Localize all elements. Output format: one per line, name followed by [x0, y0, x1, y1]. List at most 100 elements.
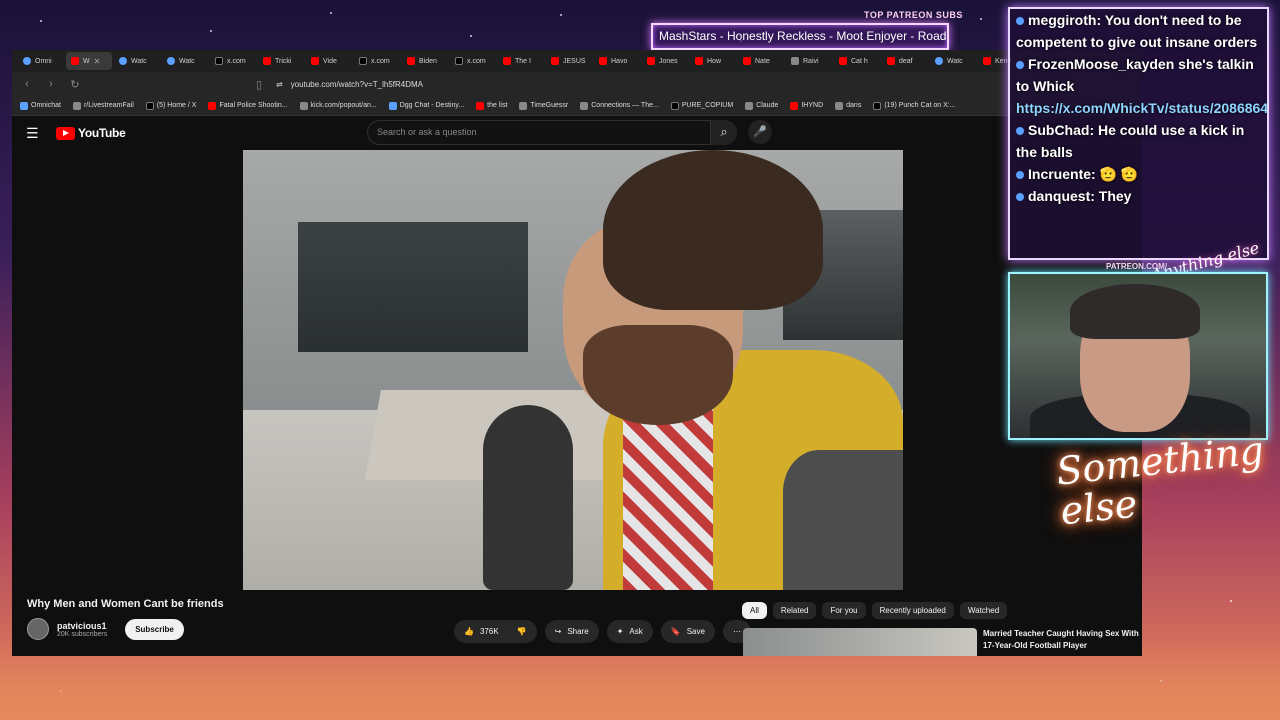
tab-favicon-icon — [23, 57, 31, 65]
browser-tab[interactable]: Raivi — [786, 52, 832, 70]
search-icon[interactable]: ⌕ — [711, 120, 737, 145]
recommended-video[interactable]: Married Teacher Caught Having Sex With 1… — [743, 628, 1142, 656]
tab-label: Jones — [659, 57, 678, 65]
like-button[interactable]: 👍 376K 👎 — [454, 620, 537, 643]
thumbs-down-icon[interactable]: 👎 — [517, 627, 527, 636]
tab-strip: Omni W ✕ Watc Watc x.com Tricki Vide x.com Biden x… — [12, 50, 1142, 72]
bookmark-item[interactable]: (5) Home / X — [145, 101, 196, 110]
share-button[interactable]: ↪ Share — [544, 620, 599, 643]
bookmark-item[interactable]: PURE_COPIUM — [670, 101, 734, 110]
browser-tab[interactable]: deaf — [882, 52, 928, 70]
browser-tab[interactable]: Cat h — [834, 52, 880, 70]
save-button[interactable]: 🔖 Save — [660, 620, 715, 643]
browser-tab[interactable]: JESUS — [546, 52, 592, 70]
address-bar[interactable]: ⇌ youtube.com/watch?v=T_lh5fR4DMA — [276, 80, 1134, 89]
chat-badge-icon — [1016, 171, 1024, 179]
url-text: youtube.com/watch?v=T_lh5fR4DMA — [290, 79, 423, 89]
browser-tab[interactable]: x.com — [354, 52, 400, 70]
forward-icon[interactable]: › — [44, 78, 58, 90]
microphone-icon[interactable]: 🎤 — [748, 120, 772, 144]
ask-button[interactable]: ✦ Ask — [606, 620, 653, 643]
filter-chip[interactable]: All — [742, 602, 767, 619]
browser-tab[interactable]: How — [690, 52, 736, 70]
browser-tab[interactable]: W ✕ — [66, 52, 112, 70]
browser-tab[interactable]: Omni — [18, 52, 64, 70]
browser-tab[interactable]: Havo — [594, 52, 640, 70]
tab-favicon-icon — [359, 57, 367, 65]
bookmark-label: Dgg Chat - Destiny... — [399, 102, 465, 109]
channel-avatar[interactable] — [27, 618, 49, 640]
browser-tab[interactable]: The I — [498, 52, 544, 70]
browser-tab[interactable]: Watc — [930, 52, 976, 70]
bookmark-item[interactable]: Connections — The... — [580, 101, 659, 110]
subscribe-button[interactable]: Subscribe — [125, 618, 184, 640]
chat-username[interactable]: SubChad: — [1028, 122, 1094, 138]
tab-label: x.com — [371, 57, 390, 65]
bookmark-item[interactable]: TimeGuessr — [519, 101, 568, 110]
chat-badge-icon — [1016, 193, 1024, 201]
browser-tab[interactable]: Tricki — [258, 52, 304, 70]
tab-favicon-icon — [503, 57, 511, 65]
bookmark-item[interactable]: (19) Punch Cat on X:... — [873, 101, 956, 110]
tab-favicon-icon — [599, 57, 607, 65]
search-input[interactable]: Search or ask a question — [367, 120, 711, 145]
bookmark-item[interactable]: dans — [835, 101, 861, 110]
chat-badge-icon — [1016, 17, 1024, 25]
thumbs-up-icon: 👍 — [464, 627, 474, 636]
bookmark-item[interactable]: Claude — [745, 101, 779, 110]
menu-icon[interactable]: ☰ — [26, 125, 46, 142]
channel-name[interactable]: patvicious1 — [57, 621, 107, 631]
tab-label: How — [707, 57, 722, 65]
youtube-logo[interactable]: YouTube — [56, 126, 126, 140]
recommended-title[interactable]: Married Teacher Caught Having Sex With 1… — [983, 628, 1142, 656]
bookmark-favicon-icon — [835, 101, 844, 110]
tab-label: Nate — [755, 57, 770, 65]
filter-chip[interactable]: Recently uploaded — [871, 602, 954, 619]
browser-tab[interactable]: Jones — [642, 52, 688, 70]
video-actions: 👍 376K 👎 ↪ Share ✦ Ask 🔖 Save ⋯ — [454, 620, 751, 643]
tab-label: Tricki — [275, 57, 292, 65]
tab-favicon-icon — [407, 57, 415, 65]
chat-text[interactable]: https://x.com/WhickTv/status/20868648493… — [1016, 100, 1267, 116]
chat-username[interactable]: Incruente: — [1028, 166, 1096, 182]
browser-window: Omni W ✕ Watc Watc x.com Tricki Vide x.com Biden x… — [12, 50, 1142, 656]
bookmark-label: Claude — [756, 102, 779, 109]
bookmark-item[interactable]: kick.com/popout/an... — [299, 101, 377, 110]
browser-tab[interactable]: Watc — [114, 52, 160, 70]
tab-favicon-icon — [263, 57, 271, 65]
video-person — [543, 150, 903, 590]
bookmark-label: kick.com/popout/an... — [310, 102, 377, 109]
bookmark-label: PURE_COPIUM — [681, 102, 734, 109]
filter-chip[interactable]: For you — [822, 602, 866, 619]
browser-tab[interactable]: Nate — [738, 52, 784, 70]
browser-tab[interactable]: Watc — [162, 52, 208, 70]
bookmark-item[interactable]: Fatal Police Shootin... — [208, 101, 288, 110]
chat-username[interactable]: FrozenMoose_kayden — [1028, 56, 1174, 72]
share-label: Share — [567, 627, 589, 636]
bookmark-item[interactable]: IHYND — [790, 101, 823, 110]
filter-chip[interactable]: Related — [772, 602, 817, 619]
reload-icon[interactable]: ↻ — [68, 78, 82, 91]
tab-favicon-icon — [743, 57, 751, 65]
browser-tab[interactable]: x.com — [450, 52, 496, 70]
bookmark-item[interactable]: Omnichat — [20, 101, 61, 110]
browser-tab[interactable]: x.com — [210, 52, 256, 70]
close-icon[interactable]: ✕ — [94, 57, 101, 66]
back-icon[interactable]: ‹ — [20, 78, 34, 90]
filter-chip[interactable]: Watched — [959, 602, 1008, 619]
site-info-icon[interactable]: ⇌ — [276, 80, 283, 89]
bookmark-icon[interactable]: ▯ — [252, 78, 266, 91]
bookmark-item[interactable]: the list — [476, 101, 507, 110]
browser-tab[interactable]: Vide — [306, 52, 352, 70]
tab-label: Vide — [323, 57, 337, 65]
bookmark-item[interactable]: Dgg Chat - Destiny... — [388, 101, 465, 110]
chat-username[interactable]: meggiroth: — [1028, 12, 1101, 28]
video-player[interactable] — [243, 150, 903, 590]
bookmark-item[interactable]: r/LivestreamFail — [72, 101, 134, 110]
browser-tab[interactable]: Biden — [402, 52, 448, 70]
chat-username[interactable]: danquest: — [1028, 188, 1095, 204]
recommended-thumbnail[interactable] — [743, 628, 977, 656]
chat-message: meggiroth: You don't need to be competen… — [1016, 9, 1261, 53]
patreon-label: TOP PATREON SUBS — [864, 10, 963, 20]
bookmark-label: Omnichat — [31, 102, 61, 109]
